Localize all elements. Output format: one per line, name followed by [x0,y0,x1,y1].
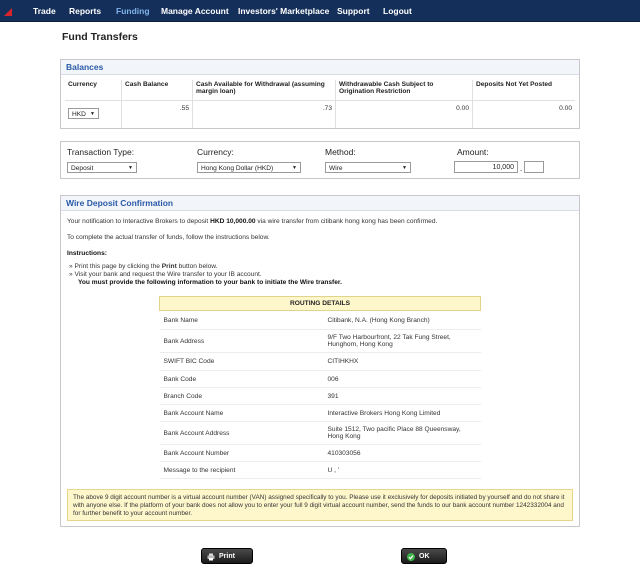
balances-heading: Balances [61,60,579,75]
balances-col-withdrawable: Withdrawable Cash Subject to Origination… [335,80,473,101]
balances-table: Currency Cash Balance Cash Available for… [65,80,575,128]
confirmation-message: Your notification to Interactive Brokers… [67,218,438,225]
table-row: Branch Code 391 [159,387,481,405]
routing-key: Bank Code [159,370,324,388]
currency-select[interactable]: HKD ▼ [68,108,99,119]
nav-trade[interactable]: Trade [33,0,56,21]
table-row: Bank Name Citibank, N.A. (Hong Kong Branc… [159,310,481,330]
table-row: Bank Account Number 410303056 [159,444,481,462]
routing-key: Bank Address [159,329,324,353]
balances-col-cash-available: Cash Available for Withdrawal (assuming … [192,80,336,101]
ib-logo-icon [4,8,12,16]
routing-key: Bank Account Name [159,404,324,422]
transaction-type-select[interactable]: Deposit ▼ [67,162,137,173]
transaction-panel: Transaction Type: Currency: Method: Amou… [60,141,580,179]
nav-logout[interactable]: Logout [383,0,412,21]
routing-details-title: ROUTING DETAILS [159,296,481,311]
routing-value: 9/F Two Harbourfront, 22 Tak Fung Street… [323,329,481,353]
table-row: Bank Code 006 [159,370,481,388]
balances-col-deposits-not-posted: Deposits Not Yet Posted [472,80,575,101]
routing-value: Citibank, N.A. (Hong Kong Branch) [323,310,481,330]
top-nav: Trade Reports Funding Manage Account Inv… [0,0,640,22]
check-circle-icon [407,553,415,561]
routing-value: 391 [323,387,481,405]
balances-withdrawable: 0.00 [335,100,473,128]
routing-key: Branch Code [159,387,324,405]
routing-key: Bank Account Number [159,444,324,462]
routing-value: U , ' [323,461,481,479]
routing-details-table: ROUTING DETAILS Bank Name Citibank, N.A. … [159,296,481,479]
table-row: SWIFT BIC Code CITIHKHX [159,352,481,371]
amount-decimal-input[interactable] [524,161,544,173]
printer-icon [207,553,215,561]
amount-input[interactable]: 10,000 [454,161,518,173]
instruction-step-2: » Visit your bank and request the Wire t… [69,271,262,278]
page-title: Fund Transfers [62,31,138,43]
amount-decimal-separator: . [520,164,523,173]
routing-key: Bank Name [159,310,324,330]
table-row: Bank Account Name Interactive Brokers Hon… [159,404,481,422]
table-row: Bank Account Address Suite 1512, Two paci… [159,421,481,445]
table-row: Message to the recipient U , ' [159,461,481,479]
instruction-step-2-note: You must provide the following informati… [78,279,342,286]
method-select[interactable]: Wire ▼ [325,162,411,173]
method-label: Method: [325,147,356,157]
routing-value: Interactive Brokers Hong Kong Limited [323,404,481,422]
routing-value: 006 [323,370,481,388]
confirmation-heading: Wire Deposit Confirmation [61,196,579,211]
instructions-intro: To complete the actual transfer of funds… [67,234,270,241]
currency-label: Currency: [197,147,234,157]
chevron-down-icon: ▼ [89,111,95,117]
balances-col-cash-balance: Cash Balance [121,80,193,101]
instructions-label: Instructions: [67,250,107,257]
nav-funding[interactable]: Funding [116,0,150,21]
balances-currency-cell: HKD ▼ [65,100,122,128]
balances-panel: Balances Currency Cash Balance Cash Avai… [60,59,580,129]
nav-reports[interactable]: Reports [69,0,101,21]
routing-key: Bank Account Address [159,421,324,445]
van-notice: The above 9 digit account number is a vi… [67,489,573,521]
routing-value: 410303056 [323,444,481,462]
routing-key: SWIFT BIC Code [159,352,324,371]
nav-investors-marketplace[interactable]: Investors' Marketplace [238,0,329,21]
balances-deposits-not-posted: 0.00 [559,105,572,112]
chevron-down-icon: ▼ [128,165,133,171]
print-button[interactable]: Print [201,548,253,564]
transaction-type-label: Transaction Type: [67,147,135,157]
nav-support[interactable]: Support [337,0,370,21]
balances-col-currency: Currency [65,80,122,101]
balances-cash-balance: .55 [121,100,193,128]
routing-value: CITIHKHX [323,352,481,371]
chevron-down-icon: ▼ [292,165,297,171]
chevron-down-icon: ▼ [402,165,407,171]
wire-confirmation-panel: Wire Deposit Confirmation Your notificat… [60,195,580,527]
routing-value: Suite 1512, Two pacific Place 88 Queensw… [323,421,481,445]
routing-key: Message to the recipient [159,461,324,479]
amount-label: Amount: [457,147,489,157]
balances-cash-available: .73 [192,100,336,128]
currency-dropdown[interactable]: Hong Kong Dollar (HKD) ▼ [197,162,301,173]
nav-manage-account[interactable]: Manage Account [161,0,229,21]
ok-button[interactable]: OK [401,548,447,564]
table-row: Bank Address 9/F Two Harbourfront, 22 Tak… [159,329,481,353]
instruction-step-1: » Print this page by clicking the Print … [69,263,218,270]
